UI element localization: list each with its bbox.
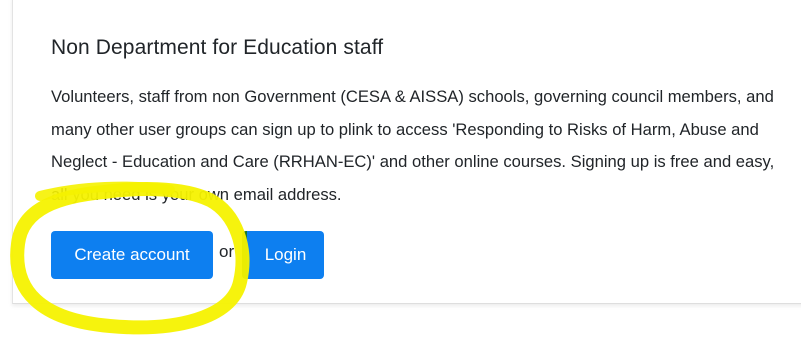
card-title: Non Department for Education staff: [51, 36, 384, 59]
create-account-button[interactable]: Create account: [51, 231, 213, 279]
login-button[interactable]: Login: [242, 231, 324, 279]
or-separator: or: [219, 242, 235, 261]
card-description: Volunteers, staff from non Government (C…: [51, 87, 775, 204]
